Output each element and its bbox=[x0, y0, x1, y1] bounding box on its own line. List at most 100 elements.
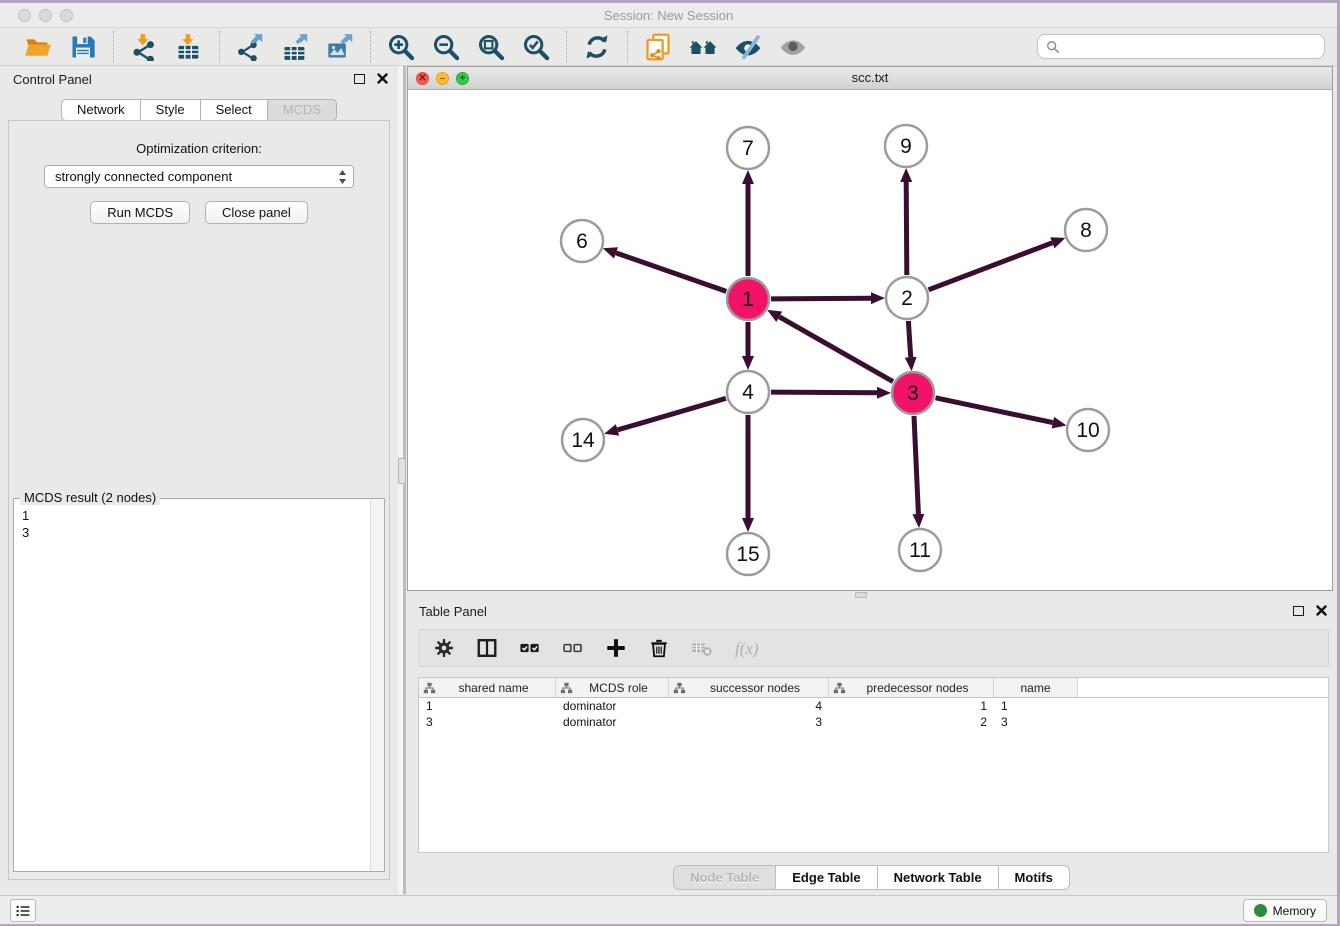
column-header-shared-name[interactable]: shared name bbox=[419, 678, 556, 697]
close-panel-button[interactable]: Close panel bbox=[205, 201, 308, 224]
hide-selected-button[interactable] bbox=[733, 32, 763, 62]
column-header-predecessor-nodes[interactable]: predecessor nodes bbox=[829, 678, 994, 697]
zoom-out-icon bbox=[432, 33, 460, 61]
graph-edge-3-1[interactable] bbox=[779, 317, 893, 382]
view-minimize-button[interactable]: – bbox=[436, 72, 449, 85]
graph-node-6[interactable]: 6 bbox=[561, 220, 603, 262]
table-panel-header: Table Panel bbox=[406, 598, 1337, 625]
export-image-button[interactable] bbox=[325, 32, 355, 62]
import-table-from-file-button[interactable] bbox=[174, 32, 204, 62]
tab-style[interactable]: Style bbox=[141, 99, 201, 121]
tab-select[interactable]: Select bbox=[201, 99, 268, 121]
tab-edge-table[interactable]: Edge Table bbox=[776, 865, 877, 890]
graph-node-4[interactable]: 4 bbox=[727, 371, 769, 413]
table-settings-button[interactable] bbox=[433, 637, 455, 659]
tab-network-table[interactable]: Network Table bbox=[878, 865, 999, 890]
show-all-button[interactable] bbox=[778, 32, 808, 62]
float-table-panel-icon[interactable] bbox=[1293, 606, 1304, 616]
control-panel-tabbar: NetworkStyleSelectMCDS bbox=[0, 99, 398, 121]
network-canvas[interactable]: 7 9 6 8 1 2 4 3 14 10 15 11 bbox=[408, 90, 1332, 590]
window-close-button[interactable] bbox=[18, 9, 31, 22]
window-zoom-button[interactable] bbox=[60, 9, 73, 22]
memory-button[interactable]: Memory bbox=[1243, 899, 1327, 922]
node-table: shared nameMCDS rolesuccessor nodesprede… bbox=[418, 677, 1329, 853]
graph-edge-2-3[interactable] bbox=[908, 321, 910, 357]
graph-node-10[interactable]: 10 bbox=[1067, 409, 1109, 451]
graph-edge-3-10[interactable] bbox=[936, 398, 1053, 423]
float-panel-icon[interactable] bbox=[354, 74, 365, 84]
view-zoom-button[interactable]: + bbox=[456, 72, 469, 85]
zoom-fit-content-button[interactable] bbox=[476, 32, 506, 62]
save-session-icon bbox=[69, 33, 97, 61]
graph-edge-2-8[interactable] bbox=[929, 243, 1053, 290]
column-header-name[interactable]: name bbox=[994, 678, 1078, 697]
graph-edge-1-2[interactable] bbox=[771, 298, 871, 299]
open-file-icon bbox=[24, 33, 52, 61]
import-network-from-file-icon bbox=[130, 33, 158, 61]
graph-node-14[interactable]: 14 bbox=[562, 419, 604, 461]
graph-node-2[interactable]: 2 bbox=[886, 277, 928, 319]
zoom-in-button[interactable] bbox=[386, 32, 416, 62]
zoom-selected-region-button[interactable] bbox=[521, 32, 551, 62]
table-panel-title: Table Panel bbox=[419, 604, 487, 619]
table-panel: Table Panel f(x) shared nameMCDS rolesuc… bbox=[406, 598, 1337, 894]
export-table-button[interactable] bbox=[280, 32, 310, 62]
graph-node-3[interactable]: 3 bbox=[892, 372, 934, 414]
toolbar-group bbox=[113, 31, 219, 63]
select-all-rows-icon bbox=[519, 637, 541, 659]
column-header-MCDS-role[interactable]: MCDS role bbox=[556, 678, 669, 697]
deselect-all-rows-button[interactable] bbox=[562, 637, 584, 659]
view-close-button[interactable]: ✕ bbox=[416, 72, 429, 85]
graph-node-7[interactable]: 7 bbox=[727, 127, 769, 169]
close-panel-icon[interactable] bbox=[377, 73, 388, 84]
add-column-button[interactable] bbox=[605, 637, 627, 659]
show-all-icon bbox=[779, 33, 807, 61]
run-mcds-button[interactable]: Run MCDS bbox=[90, 201, 190, 224]
graph-node-1[interactable]: 1 bbox=[727, 278, 769, 320]
save-session-button[interactable] bbox=[68, 32, 98, 62]
node-label: 3 bbox=[907, 382, 919, 405]
table-row[interactable]: 1dominator411 bbox=[419, 698, 1328, 714]
delete-column-button[interactable] bbox=[648, 637, 670, 659]
cell-predecessor-nodes: 1 bbox=[829, 699, 994, 713]
table-row[interactable]: 3dominator323 bbox=[419, 714, 1328, 730]
toolbar-group bbox=[627, 31, 823, 63]
zoom-out-button[interactable] bbox=[431, 32, 461, 62]
search-input[interactable] bbox=[1066, 39, 1316, 55]
open-file-button[interactable] bbox=[23, 32, 53, 62]
main-toolbar bbox=[0, 29, 1337, 66]
select-all-rows-button[interactable] bbox=[519, 637, 541, 659]
tab-mcds[interactable]: MCDS bbox=[268, 99, 337, 121]
optimization-criterion-select[interactable]: strongly connected component bbox=[44, 165, 354, 188]
tab-node-table[interactable]: Node Table bbox=[673, 865, 776, 890]
graph-node-8[interactable]: 8 bbox=[1065, 209, 1107, 251]
task-history-button[interactable] bbox=[10, 899, 36, 922]
node-label: 6 bbox=[576, 230, 588, 253]
graph-node-11[interactable]: 11 bbox=[899, 529, 941, 571]
export-network-button[interactable] bbox=[235, 32, 265, 62]
graph-edge-2-9[interactable] bbox=[906, 182, 907, 275]
tab-motifs[interactable]: Motifs bbox=[999, 865, 1070, 890]
graph-edge-4-3[interactable] bbox=[771, 392, 877, 393]
panel-splitter[interactable] bbox=[398, 66, 406, 894]
graph-node-15[interactable]: 15 bbox=[727, 533, 769, 575]
hierarchy-icon bbox=[423, 682, 436, 694]
graph-edge-3-11[interactable] bbox=[914, 416, 918, 514]
apply-preferred-layout-button[interactable] bbox=[582, 32, 612, 62]
cell-MCDS-role: dominator bbox=[556, 715, 669, 729]
close-table-panel-icon[interactable] bbox=[1316, 605, 1327, 616]
column-visibility-button[interactable] bbox=[476, 637, 498, 659]
new-network-from-selection-button[interactable] bbox=[643, 32, 673, 62]
graph-node-9[interactable]: 9 bbox=[885, 125, 927, 167]
import-network-from-file-button[interactable] bbox=[129, 32, 159, 62]
graph-edge-1-6[interactable] bbox=[616, 253, 726, 292]
window-minimize-button[interactable] bbox=[39, 9, 52, 22]
column-header-successor-nodes[interactable]: successor nodes bbox=[669, 678, 829, 697]
splitter-grip[interactable] bbox=[398, 458, 406, 484]
tab-network[interactable]: Network bbox=[61, 99, 141, 121]
first-neighbors-button[interactable] bbox=[688, 32, 718, 62]
optimization-criterion-label: Optimization criterion: bbox=[9, 141, 389, 156]
search-box[interactable] bbox=[1037, 34, 1325, 59]
result-scrollbar[interactable] bbox=[370, 499, 384, 871]
graph-edge-4-14[interactable] bbox=[618, 398, 726, 430]
